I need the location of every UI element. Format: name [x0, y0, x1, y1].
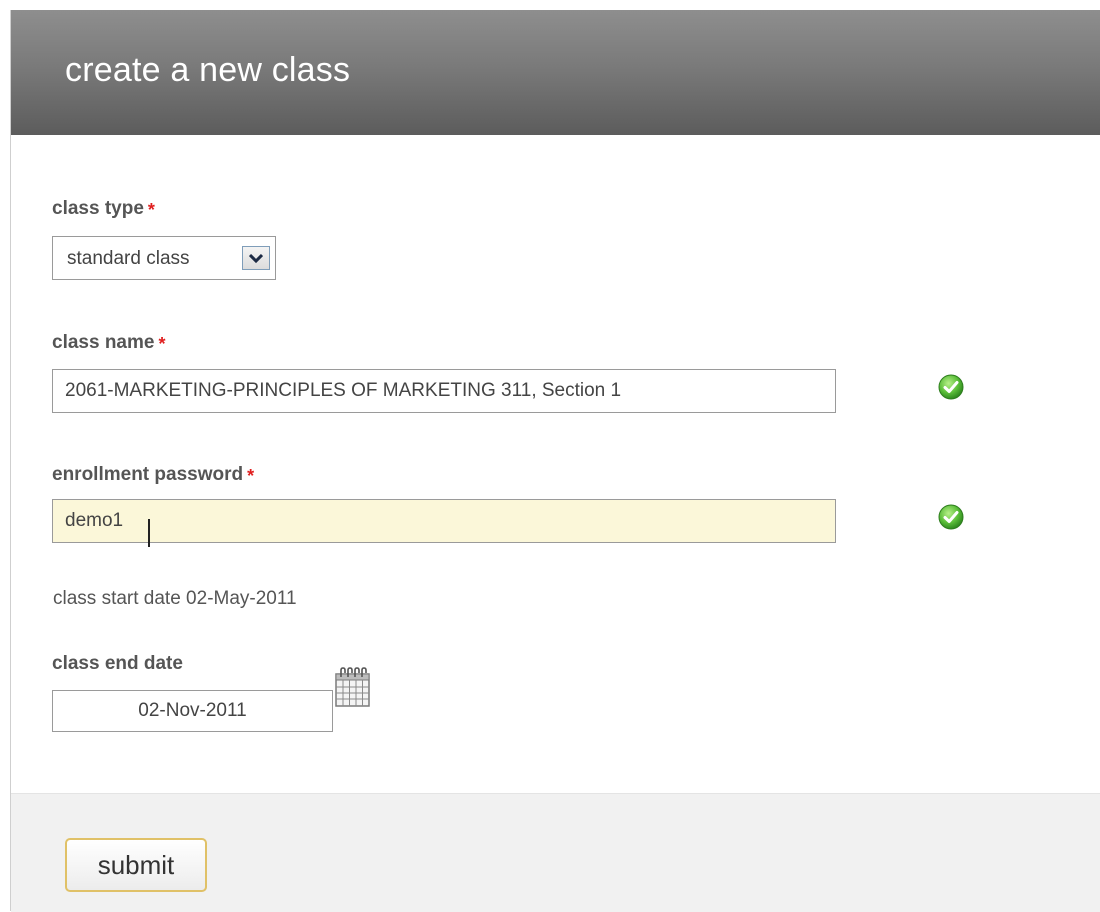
class-name-label: class name * [52, 332, 165, 354]
check-circle-icon [938, 504, 964, 530]
class-type-label-text: class type [52, 198, 144, 219]
page-title: create a new class [65, 51, 351, 89]
class-name-label-text: class name [52, 332, 155, 353]
create-class-panel: create a new class class type * standard … [10, 10, 1100, 912]
submit-button[interactable]: submit [65, 838, 207, 892]
class-type-selected-value: standard class [67, 248, 190, 269]
page-header: create a new class [11, 10, 1100, 135]
required-marker: * [147, 200, 155, 220]
check-circle-icon [938, 374, 964, 400]
required-marker: * [247, 466, 255, 486]
class-name-input[interactable] [52, 369, 836, 413]
enrollment-password-input[interactable] [52, 499, 836, 543]
chevron-down-icon[interactable] [242, 246, 270, 270]
text-caret [148, 519, 150, 547]
enrollment-password-label: enrollment password * [52, 464, 254, 486]
class-type-select[interactable]: standard class [52, 236, 276, 280]
class-type-label: class type * [52, 198, 155, 220]
form-footer: submit [11, 793, 1100, 912]
required-marker: * [158, 334, 166, 354]
class-start-date: class start date 02-May-2011 [53, 588, 297, 609]
class-end-date-input[interactable] [52, 690, 333, 732]
enrollment-password-label-text: enrollment password [52, 464, 244, 485]
class-end-date-label: class end date [52, 653, 183, 674]
calendar-icon[interactable] [334, 666, 372, 708]
